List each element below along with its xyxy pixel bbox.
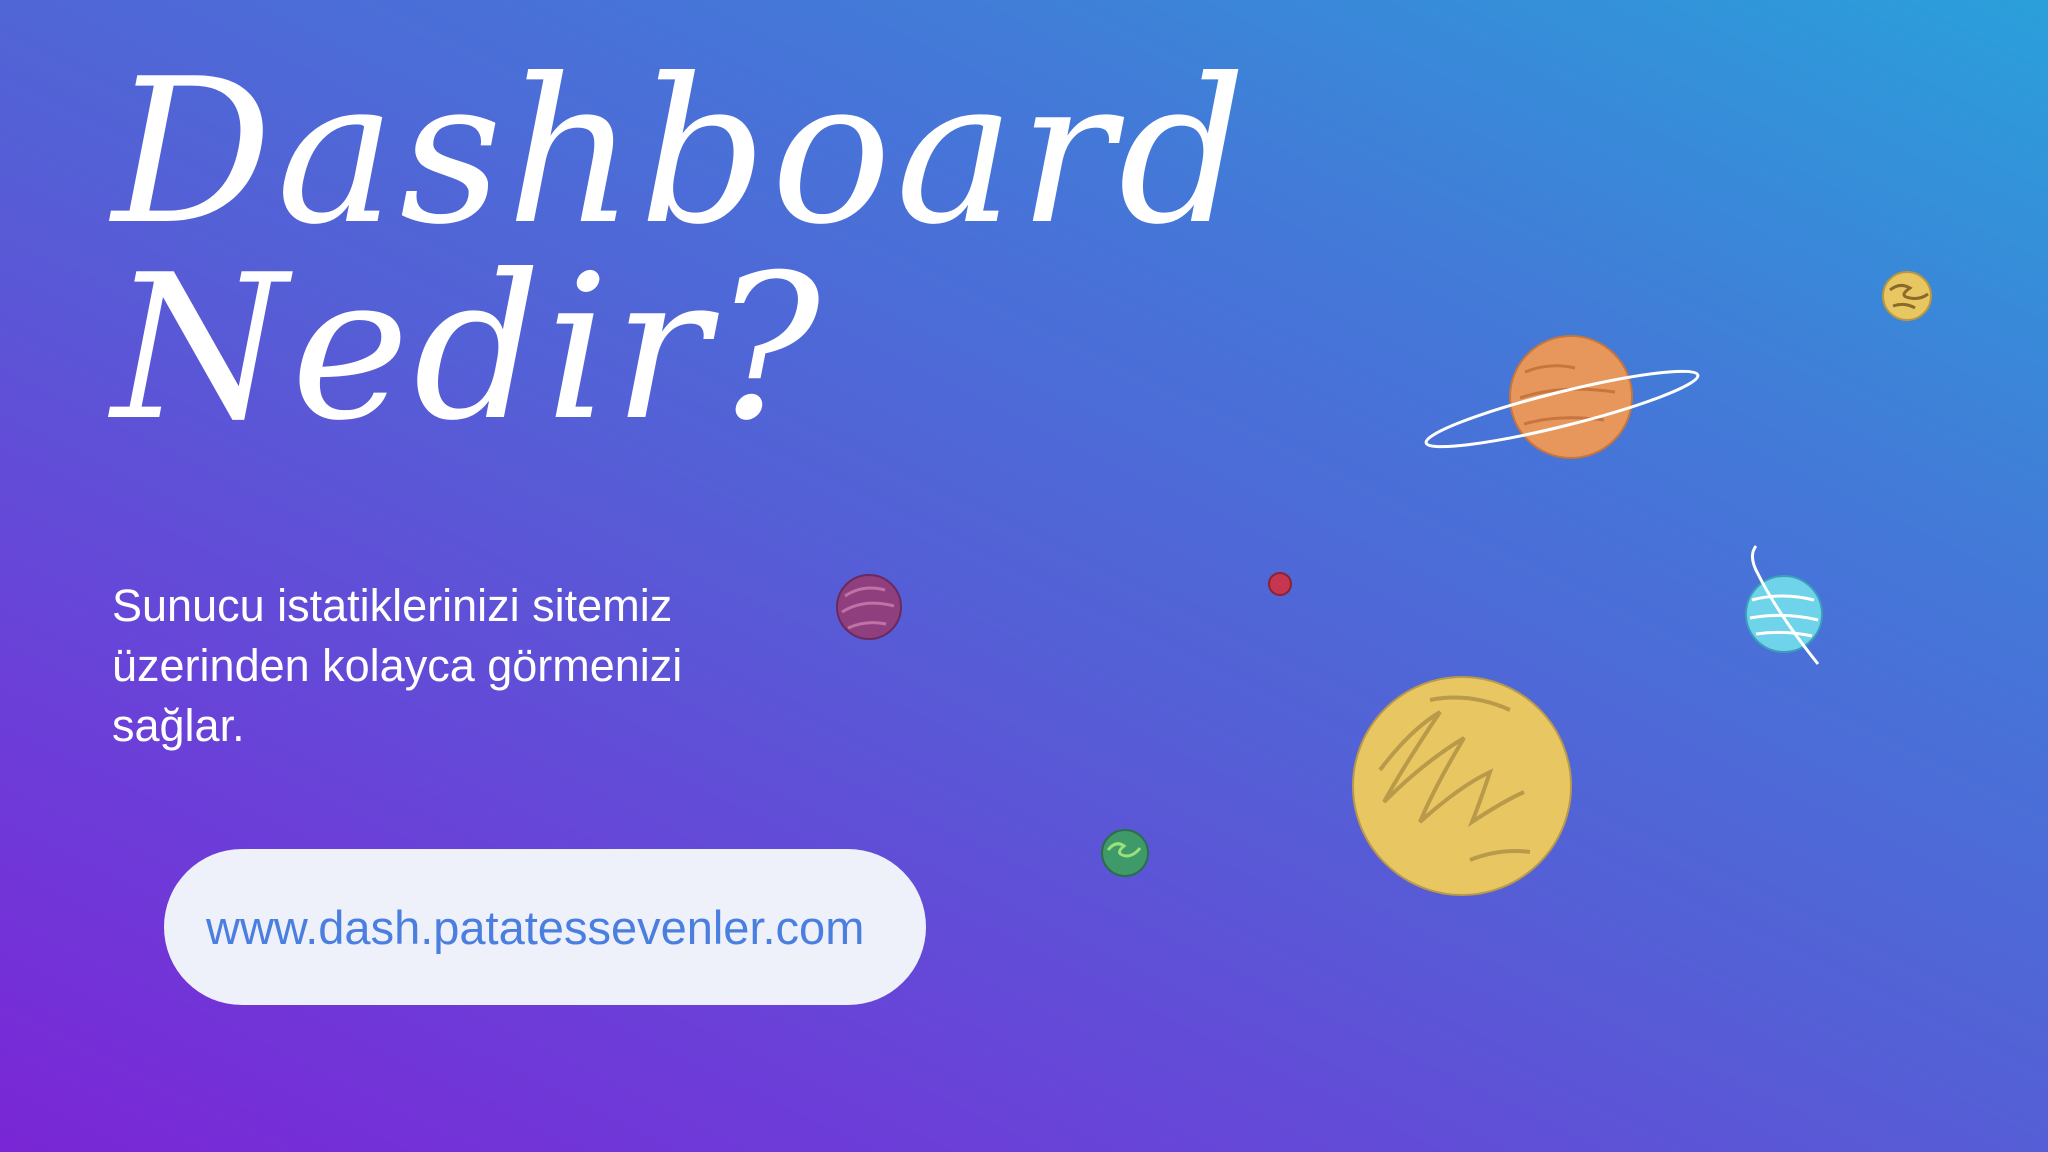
green-planet-icon: [1101, 829, 1149, 877]
cyan-ringed-planet-icon: [1745, 545, 1823, 665]
small-yellow-planet-icon: [1882, 271, 1932, 321]
large-yellow-planet-icon: [1352, 676, 1572, 896]
ringed-orange-planet-icon: [1424, 335, 1700, 459]
small-red-planet-icon: [1268, 572, 1292, 596]
purple-planet-icon: [836, 574, 902, 640]
space-illustration: [836, 271, 1932, 896]
